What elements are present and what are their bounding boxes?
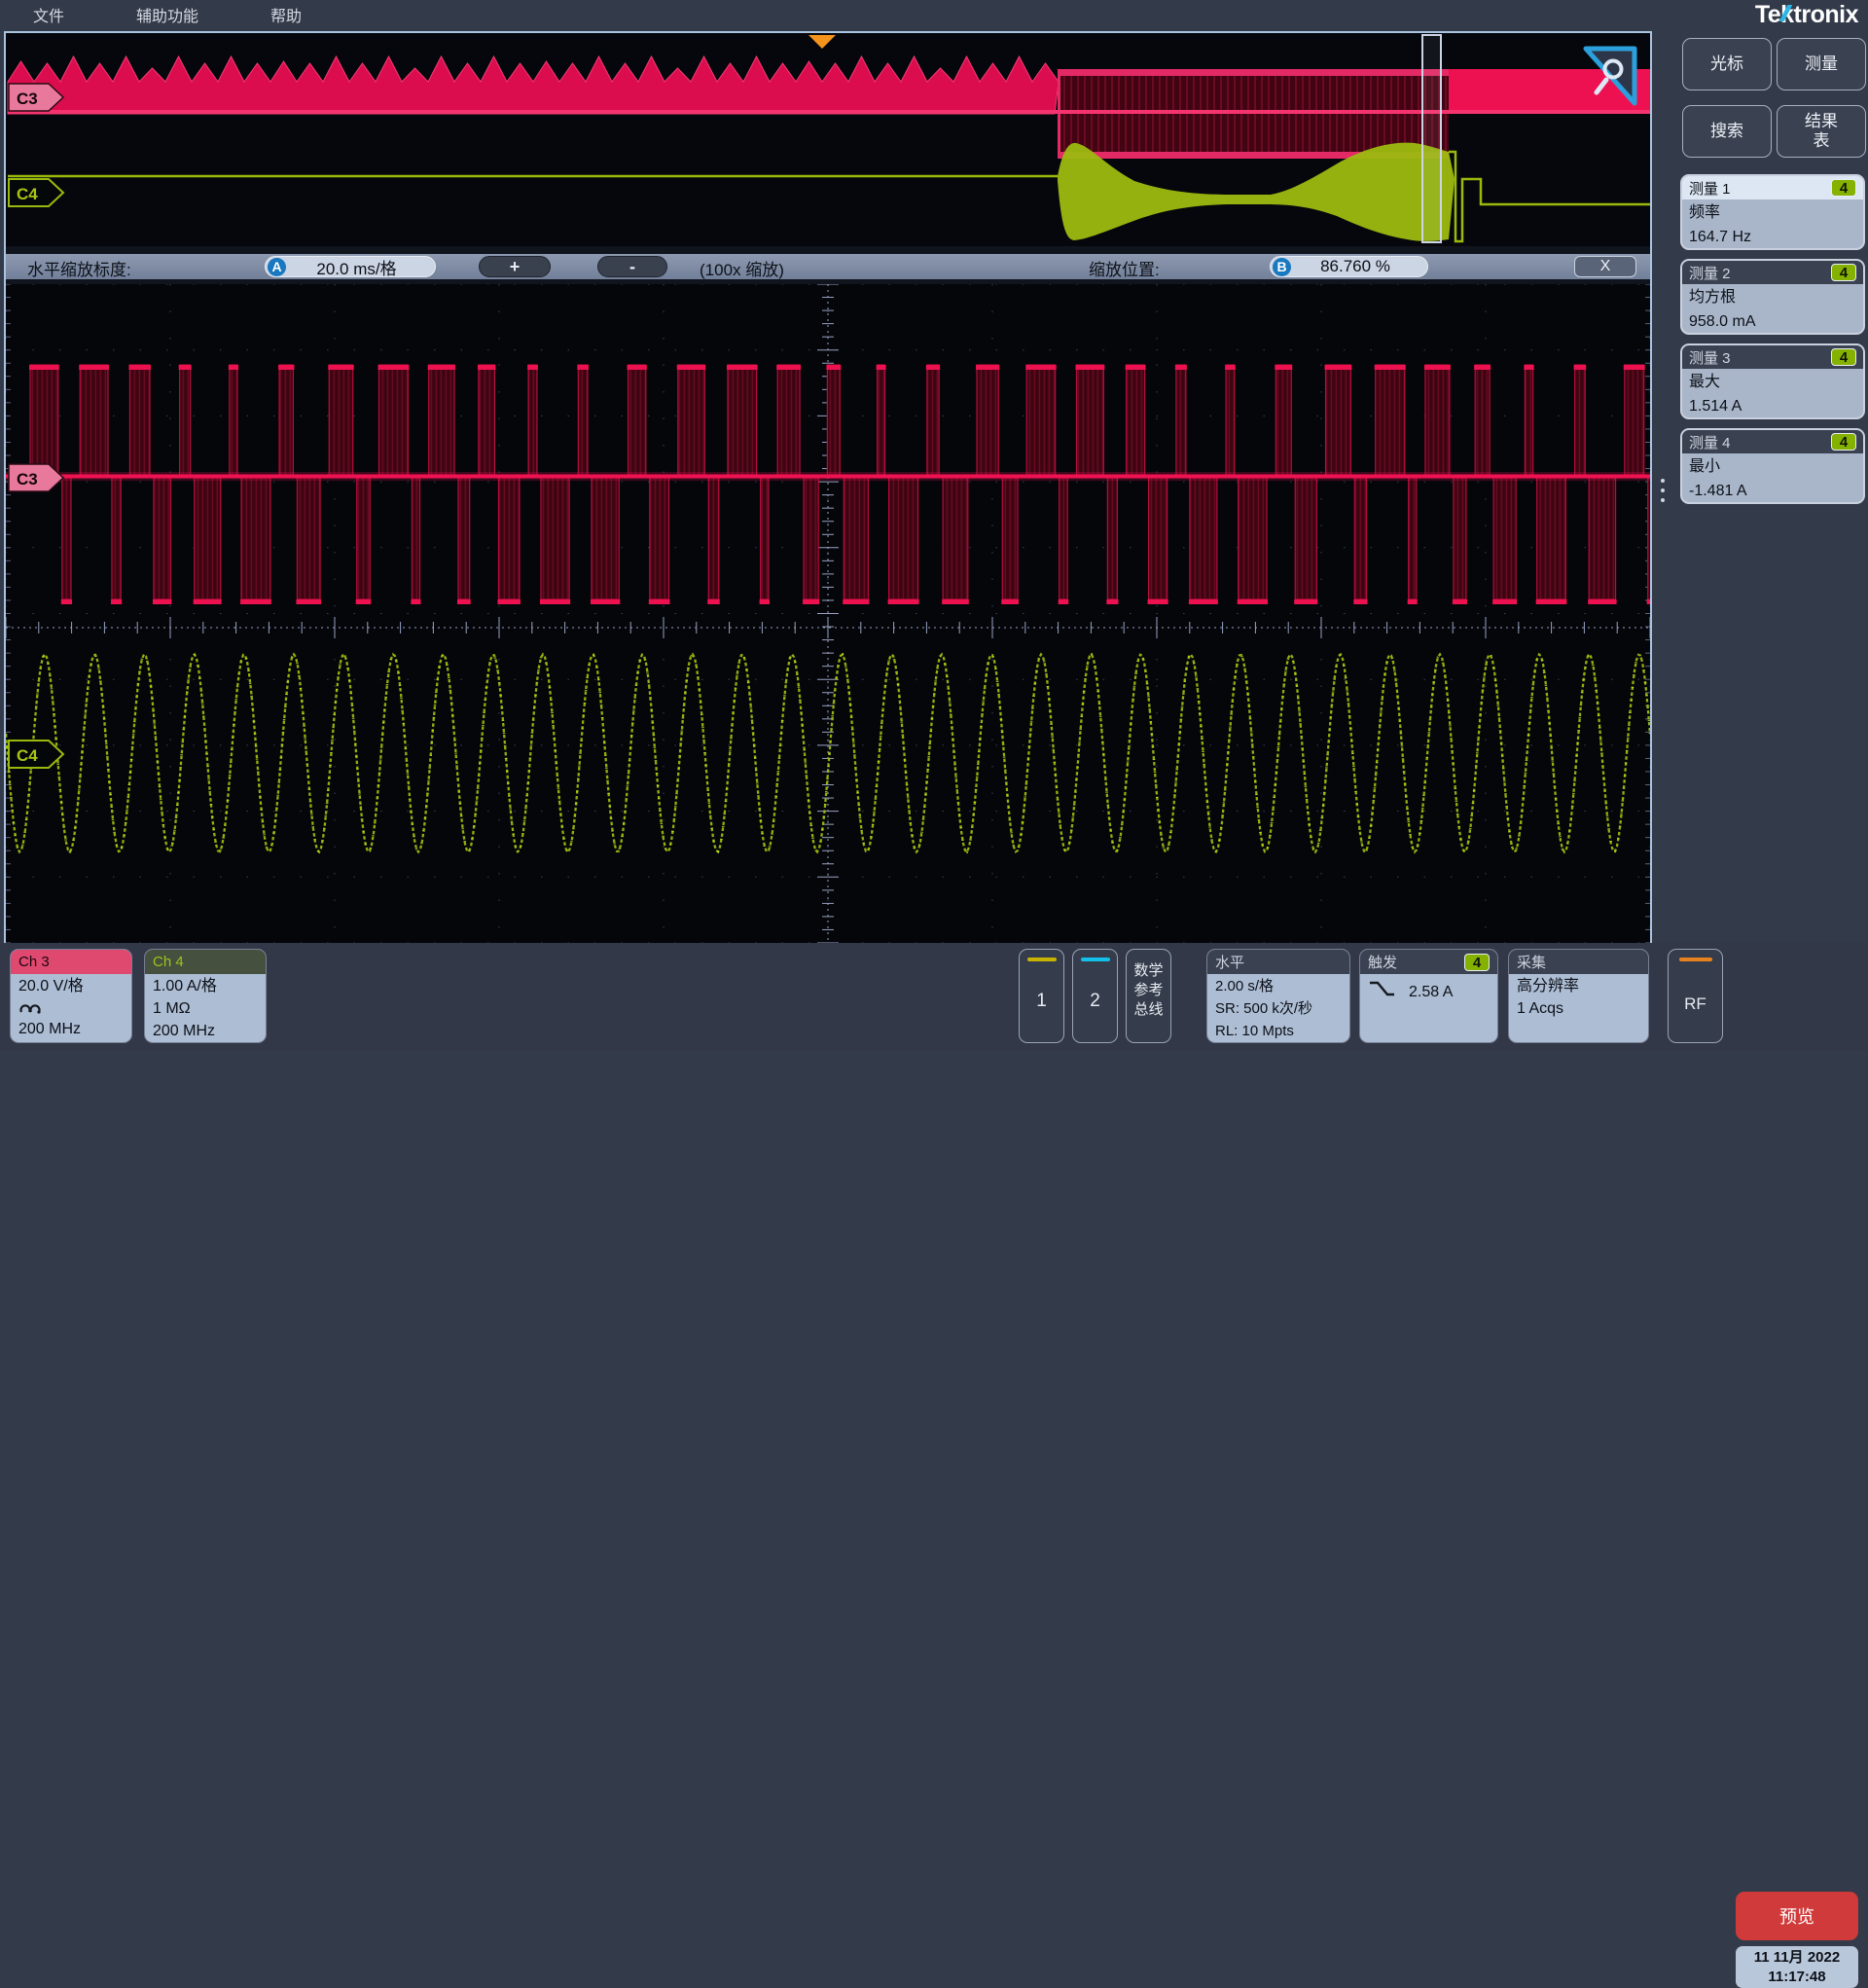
zoom-out-button[interactable]: - bbox=[597, 256, 667, 277]
c3-main-badge[interactable]: C3 bbox=[8, 463, 66, 492]
measurement-2-title: 测量 2 bbox=[1689, 263, 1731, 283]
zoom-in-button[interactable]: + bbox=[479, 256, 551, 277]
measurement-2-name: 均方根 bbox=[1689, 285, 1856, 309]
knob-a-icon[interactable]: A bbox=[268, 258, 286, 276]
zoom-factor-label: (100x 缩放) bbox=[700, 256, 784, 280]
falling-edge-icon bbox=[1368, 978, 1395, 1006]
trigger-badge[interactable]: 触发 4 2.58 A bbox=[1359, 949, 1498, 1043]
measurement-4-value: -1.481 A bbox=[1689, 479, 1856, 503]
ch3-scale: 20.0 V/格 bbox=[18, 975, 124, 997]
ch3-header: Ch 3 bbox=[11, 950, 131, 974]
measurement-1-source-badge: 4 bbox=[1831, 179, 1856, 197]
zoom-scale-value: 20.0 ms/格 bbox=[286, 255, 435, 279]
horizontal-header: 水平 bbox=[1207, 950, 1349, 974]
ch4-badge[interactable]: Ch 4 1.00 A/格 1 MΩ 200 MHz bbox=[144, 949, 267, 1043]
ch4-termination: 1 MΩ bbox=[153, 997, 258, 1020]
zoom-window-box[interactable] bbox=[1422, 35, 1441, 242]
ch1-color-strip bbox=[1027, 958, 1057, 961]
acquisition-badge[interactable]: 采集 高分辨率 1 Acqs bbox=[1508, 949, 1649, 1043]
zoom-scale-control[interactable]: A 20.0 ms/格 bbox=[265, 256, 436, 277]
svg-text:C4: C4 bbox=[17, 746, 38, 765]
acquisition-mode: 高分辨率 bbox=[1517, 975, 1640, 997]
measurement-card-1[interactable]: 测量 1 4 频率 164.7 Hz bbox=[1680, 174, 1865, 250]
ch2-button[interactable]: 2 bbox=[1072, 949, 1118, 1043]
rf-button[interactable]: RF bbox=[1668, 949, 1723, 1043]
trigger-position-marker bbox=[808, 35, 836, 49]
measure-button[interactable]: 测量 bbox=[1777, 38, 1866, 90]
panel-drag-handle[interactable] bbox=[1661, 479, 1665, 502]
measurement-4-source-badge: 4 bbox=[1831, 433, 1856, 451]
svg-text:C4: C4 bbox=[17, 185, 38, 203]
measurement-card-3[interactable]: 测量 3 4 最大 1.514 A bbox=[1680, 343, 1865, 419]
zoom-position-label: 缩放位置: bbox=[1089, 256, 1160, 280]
datetime-box: 11 11月 2022 11:17:48 bbox=[1736, 1946, 1858, 1988]
measurement-4-title: 测量 4 bbox=[1689, 432, 1731, 452]
ch2-color-strip bbox=[1081, 958, 1110, 961]
ch1-button[interactable]: 1 bbox=[1019, 949, 1064, 1043]
acquisition-header: 采集 bbox=[1509, 950, 1648, 974]
horizontal-badge[interactable]: 水平 2.00 s/格 SR: 500 k次/秒 RL: 10 Mpts bbox=[1206, 949, 1350, 1043]
measurement-2-source-badge: 4 bbox=[1831, 264, 1856, 281]
main-waveform-display[interactable] bbox=[6, 284, 1650, 943]
menu-utility[interactable]: 辅助功能 bbox=[136, 3, 198, 26]
logo-k-slash: k bbox=[1780, 1, 1793, 29]
cursor-button[interactable]: 光标 bbox=[1682, 38, 1772, 90]
tektronix-logo: Tektronix bbox=[1755, 1, 1858, 29]
measurement-card-4[interactable]: 测量 4 4 最小 -1.481 A bbox=[1680, 428, 1865, 504]
rf-color-strip bbox=[1679, 958, 1712, 961]
oscilloscope-ui: { "menu": {"items": [{"label": "文件"}, {"… bbox=[0, 0, 1868, 1051]
ch3-bandwidth: 200 MHz bbox=[18, 1018, 124, 1040]
horizontal-scale: 2.00 s/格 bbox=[1215, 975, 1342, 997]
c4-overview-trace bbox=[8, 143, 1650, 241]
acquisition-count: 1 Acqs bbox=[1517, 997, 1640, 1020]
zoom-close-button[interactable]: X bbox=[1574, 256, 1636, 277]
c4-overview-badge[interactable]: C4 bbox=[8, 178, 66, 207]
measurement-3-title: 测量 3 bbox=[1689, 347, 1731, 368]
display-screen: C3 C4 水平缩放标度: A 20.0 ms/格 + - (100x 缩放) … bbox=[4, 31, 1652, 945]
svg-text:C3: C3 bbox=[17, 90, 38, 108]
zoom-scale-label: 水平缩放标度: bbox=[27, 256, 131, 280]
c4-main-badge[interactable]: C4 bbox=[8, 740, 66, 769]
knob-b-icon[interactable]: B bbox=[1273, 258, 1291, 276]
ch3-badge[interactable]: Ch 3 20.0 V/格 200 MHz bbox=[10, 949, 132, 1043]
zoom-overview-waveform-panel[interactable] bbox=[6, 33, 1650, 246]
record-length: RL: 10 Mpts bbox=[1215, 1020, 1342, 1042]
ch4-header: Ch 4 bbox=[145, 950, 266, 974]
ch4-bandwidth: 200 MHz bbox=[153, 1020, 258, 1042]
zoom-position-control[interactable]: B 86.760 % bbox=[1270, 256, 1428, 277]
measurement-2-value: 958.0 mA bbox=[1689, 309, 1856, 334]
menu-file[interactable]: 文件 bbox=[33, 3, 64, 26]
measurement-3-name: 最大 bbox=[1689, 370, 1856, 394]
measurement-1-name: 频率 bbox=[1689, 200, 1856, 225]
search-button[interactable]: 搜索 bbox=[1682, 105, 1772, 158]
measurement-3-source-badge: 4 bbox=[1831, 348, 1856, 366]
zoom-position-value: 86.760 % bbox=[1291, 257, 1427, 276]
menu-help[interactable]: 帮助 bbox=[270, 3, 302, 26]
zoom-control-bar: 水平缩放标度: A 20.0 ms/格 + - (100x 缩放) 缩放位置: … bbox=[6, 254, 1650, 279]
measurement-1-title: 测量 1 bbox=[1689, 178, 1731, 199]
time-label: 11:17:48 bbox=[1736, 1968, 1858, 1987]
sample-rate: SR: 500 k次/秒 bbox=[1215, 997, 1342, 1020]
date-label: 11 11月 2022 bbox=[1736, 1948, 1858, 1968]
probe-icon bbox=[18, 997, 124, 1018]
measurement-card-2[interactable]: 测量 2 4 均方根 958.0 mA bbox=[1680, 259, 1865, 335]
trigger-level: 2.58 A bbox=[1409, 981, 1453, 1003]
ch4-scale: 1.00 A/格 bbox=[153, 975, 258, 997]
c3-overview-badge[interactable]: C3 bbox=[8, 83, 66, 112]
bottom-settings-bar: Ch 3 20.0 V/格 200 MHz Ch 4 1.00 A/格 1 MΩ… bbox=[0, 943, 1868, 1051]
menu-bar: 文件 辅助功能 帮助 Tektronix bbox=[0, 0, 1868, 29]
measurement-1-value: 164.7 Hz bbox=[1689, 225, 1856, 249]
measurement-4-name: 最小 bbox=[1689, 454, 1856, 479]
svg-text:C3: C3 bbox=[17, 470, 38, 488]
measurement-3-value: 1.514 A bbox=[1689, 394, 1856, 418]
preview-button[interactable]: 预览 bbox=[1736, 1892, 1858, 1940]
math-ref-bus-button[interactable]: 数学 参考 总线 bbox=[1126, 949, 1171, 1043]
trigger-header: 触发 4 bbox=[1360, 950, 1497, 974]
results-table-button[interactable]: 结果表 bbox=[1777, 105, 1866, 158]
trigger-source-badge: 4 bbox=[1464, 954, 1490, 971]
